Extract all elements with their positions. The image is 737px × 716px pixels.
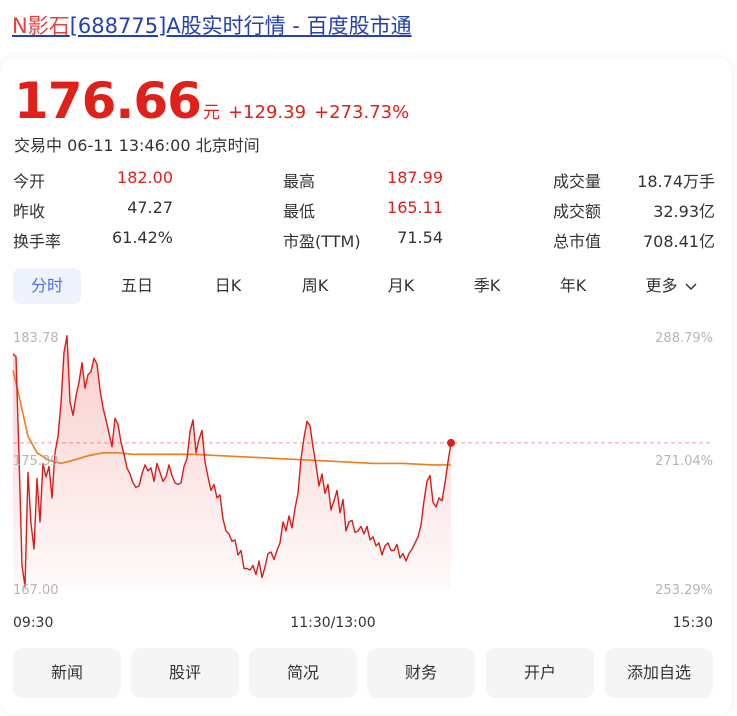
last-price-dot bbox=[447, 438, 455, 447]
tab-yearly-k[interactable]: 年K bbox=[539, 268, 607, 304]
stat-label-pe-ttm: 市盈(TTM) bbox=[283, 232, 361, 251]
y-left-tick: 167.00 bbox=[13, 583, 59, 598]
stats-row: 昨收 47.27 最低 165.11 成交额 32.93亿 bbox=[13, 198, 715, 228]
stat-label-turnover: 成交额 bbox=[553, 202, 602, 221]
tab-five-day[interactable]: 五日 bbox=[103, 268, 171, 304]
profile-button[interactable]: 简况 bbox=[249, 648, 357, 698]
y-left-tick: 175.39 bbox=[13, 454, 59, 469]
stat-value-market-cap: 708.41亿 bbox=[643, 232, 715, 251]
stat-value-open: 182.00 bbox=[117, 168, 173, 187]
tab-more[interactable]: 更多 bbox=[629, 268, 713, 304]
news-button[interactable]: 新闻 bbox=[13, 648, 121, 698]
x-tick: 15:30 bbox=[673, 615, 713, 631]
stat-value-prev-close: 47.27 bbox=[127, 198, 173, 217]
price-change-percent: +273.73% bbox=[314, 102, 410, 123]
page-title-text[interactable]: [688775]A股实时行情 - 百度股市通 bbox=[70, 14, 412, 38]
stat-value-turnover-rate: 61.42% bbox=[111, 228, 173, 247]
stat-label-turnover-rate: 换手率 bbox=[13, 232, 62, 251]
y-right-tick: 253.29% bbox=[655, 583, 713, 598]
y-left-tick: 183.78 bbox=[13, 331, 59, 346]
stat-label-open: 今开 bbox=[13, 172, 46, 191]
intraday-chart: 183.78 175.39 167.00 288.79% 271.04% 253… bbox=[12, 331, 713, 631]
price-row: 176.66 元 +129.39 +273.73% bbox=[14, 72, 409, 130]
stat-label-volume: 成交量 bbox=[553, 172, 602, 191]
stat-value-turnover: 32.93亿 bbox=[653, 202, 715, 221]
stat-label-market-cap: 总市值 bbox=[553, 232, 602, 251]
chevron-down-icon bbox=[685, 282, 697, 290]
stats-table: 今开 182.00 最高 187.99 成交量 18.74万手 昨收 47.27… bbox=[13, 168, 715, 258]
price-unit: 元 bbox=[202, 103, 220, 123]
stat-label-prev-close: 昨收 bbox=[13, 202, 46, 221]
page-title-link[interactable]: N影石[688775]A股实时行情 - 百度股市通 bbox=[12, 10, 412, 40]
add-watchlist-button[interactable]: 添加自选 bbox=[605, 648, 713, 698]
financials-button[interactable]: 财务 bbox=[367, 648, 475, 698]
x-tick: 11:30/13:00 bbox=[290, 615, 375, 631]
tab-daily-k[interactable]: 日K bbox=[194, 268, 262, 304]
chart-period-tabs: 分时 五日 日K 周K 月K 季K 年K 更多 bbox=[13, 268, 713, 304]
stat-value-low: 165.11 bbox=[387, 198, 443, 217]
current-price: 176.66 bbox=[14, 72, 202, 130]
tab-monthly-k[interactable]: 月K bbox=[367, 268, 435, 304]
price-area-fill bbox=[13, 335, 451, 588]
stat-value-pe-ttm: 71.54 bbox=[397, 228, 443, 247]
tab-more-label: 更多 bbox=[645, 276, 678, 295]
comments-button[interactable]: 股评 bbox=[131, 648, 239, 698]
tab-weekly-k[interactable]: 周K bbox=[281, 268, 349, 304]
open-account-button[interactable]: 开户 bbox=[486, 648, 594, 698]
brand-name[interactable]: N影石 bbox=[12, 14, 70, 38]
stats-row: 今开 182.00 最高 187.99 成交量 18.74万手 bbox=[13, 168, 715, 198]
price-change: +129.39 bbox=[227, 102, 307, 123]
tab-quarterly-k[interactable]: 季K bbox=[453, 268, 521, 304]
stat-value-high: 187.99 bbox=[387, 168, 443, 187]
stats-row: 换手率 61.42% 市盈(TTM) 71.54 总市值 708.41亿 bbox=[13, 228, 715, 258]
tab-intraday[interactable]: 分时 bbox=[13, 268, 81, 304]
stat-label-low: 最低 bbox=[283, 202, 316, 221]
y-right-tick: 271.04% bbox=[655, 454, 713, 469]
action-buttons: 新闻 股评 简况 财务 开户 添加自选 bbox=[13, 648, 713, 698]
x-tick: 09:30 bbox=[13, 615, 53, 631]
stat-label-high: 最高 bbox=[283, 172, 316, 191]
stat-value-volume: 18.74万手 bbox=[637, 172, 715, 191]
y-right-tick: 288.79% bbox=[655, 331, 713, 346]
trading-status: 交易中 06-11 13:46:00 北京时间 bbox=[14, 136, 260, 155]
